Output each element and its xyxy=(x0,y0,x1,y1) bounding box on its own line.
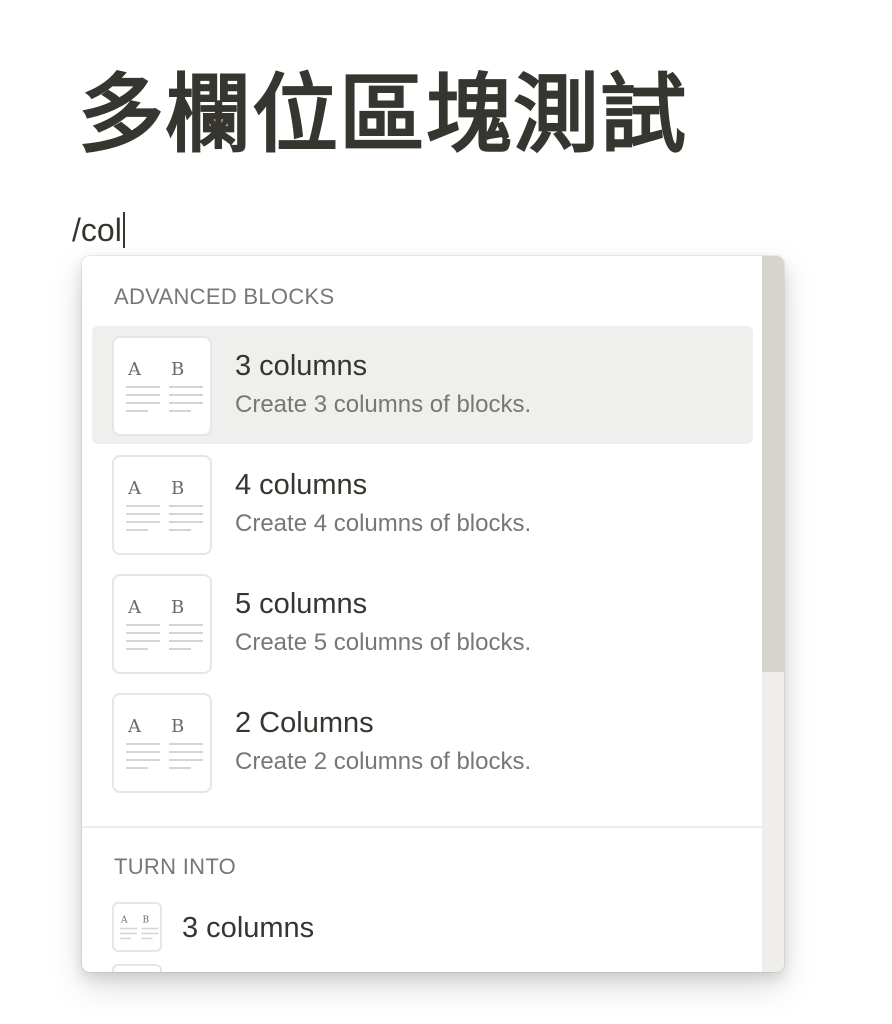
menu-item-description: Create 4 columns of blocks. xyxy=(235,510,532,537)
columns-preview-icon: A B xyxy=(112,455,212,555)
menu-scroll-area[interactable]: ADVANCED BLOCKS A B 3 columns Create 3 c… xyxy=(82,256,762,972)
section-header-turn-into: TURN INTO xyxy=(114,854,237,879)
menu-item-title: 3 columns xyxy=(235,350,368,382)
editor-block[interactable]: /col xyxy=(72,210,125,250)
notion-page: 多欄位區塊測試 /col ADVANCED BLOCKS A B 3 colum… xyxy=(0,0,892,1024)
svg-text:B: B xyxy=(171,716,184,737)
menu-item-turn-into-3-columns[interactable]: A B 3 columns xyxy=(92,902,753,972)
svg-text:B: B xyxy=(171,359,184,380)
svg-text:B: B xyxy=(143,916,150,926)
menu-scrollbar-track[interactable] xyxy=(762,256,784,972)
menu-item-4-columns[interactable]: A B 4 columns Create 4 columns of blocks… xyxy=(92,445,753,563)
menu-item-title: 5 columns xyxy=(235,588,368,620)
section-divider xyxy=(82,826,762,828)
menu-item-3-columns[interactable]: A B 3 columns Create 3 columns of blocks… xyxy=(92,326,753,444)
svg-text:B: B xyxy=(171,478,184,499)
columns-preview-icon xyxy=(112,964,162,972)
menu-item-description: Create 5 columns of blocks. xyxy=(235,629,532,656)
svg-text:A: A xyxy=(127,359,142,380)
columns-preview-icon: A B xyxy=(112,336,212,436)
columns-preview-icon: A B xyxy=(112,902,162,952)
columns-preview-icon: A B xyxy=(112,574,212,674)
menu-item-title: 4 columns xyxy=(235,469,368,501)
svg-text:B: B xyxy=(171,597,184,618)
menu-item-2-columns[interactable]: A B 2 Columns Create 2 columns of blocks… xyxy=(92,683,753,801)
svg-text:A: A xyxy=(127,478,142,499)
section-header-advanced-blocks: ADVANCED BLOCKS xyxy=(114,284,335,309)
svg-text:A: A xyxy=(127,716,142,737)
text-caret xyxy=(122,212,125,248)
menu-item-description: Create 2 columns of blocks. xyxy=(235,748,532,775)
menu-item-title: 2 Columns xyxy=(235,707,374,739)
svg-text:A: A xyxy=(127,597,142,618)
page-title[interactable]: 多欄位區塊測試 xyxy=(78,72,687,158)
svg-text:A: A xyxy=(120,916,128,926)
menu-item-description: Create 3 columns of blocks. xyxy=(235,391,532,418)
menu-scrollbar-thumb[interactable] xyxy=(762,256,784,672)
columns-preview-icon: A B xyxy=(112,693,212,793)
slash-command-menu[interactable]: ADVANCED BLOCKS A B 3 columns Create 3 c… xyxy=(82,256,784,972)
menu-item-5-columns[interactable]: A B 5 columns Create 5 columns of blocks… xyxy=(92,564,753,682)
menu-item-title: 3 columns xyxy=(182,912,315,944)
slash-command-text[interactable]: /col xyxy=(72,210,122,250)
